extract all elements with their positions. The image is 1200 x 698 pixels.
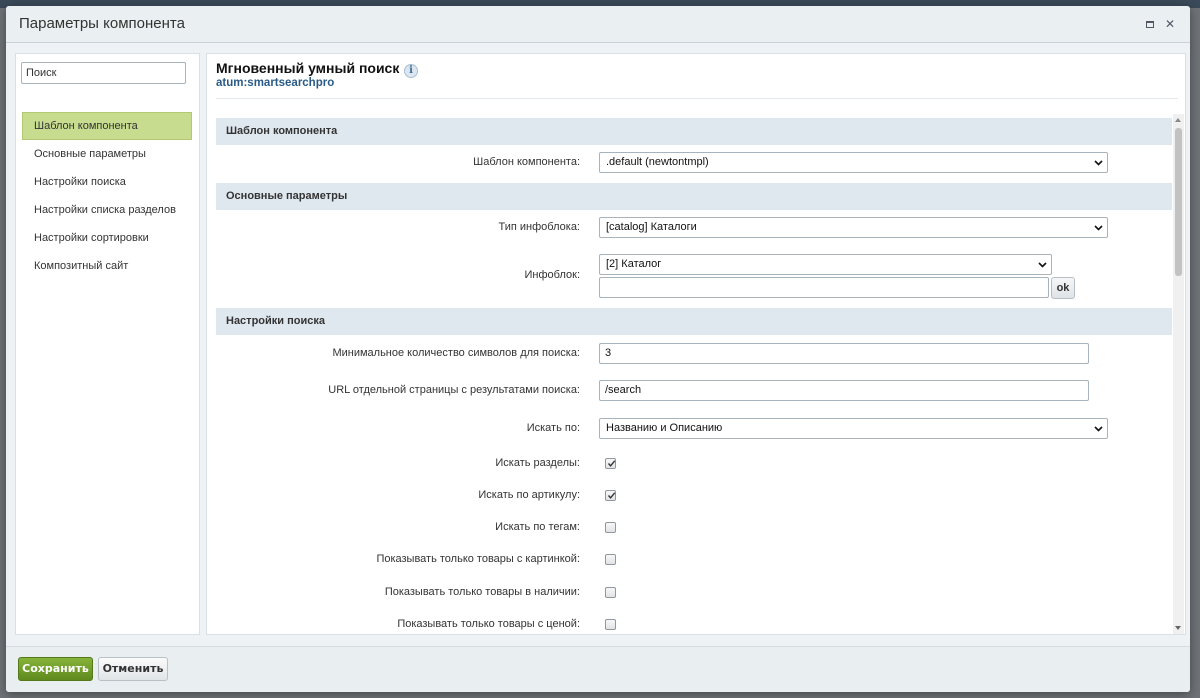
component-params-dialog: Параметры компонента ✕ Шаблон компонента… [6,6,1190,692]
params-scroll-area: Шаблон компонента Шаблон компонента: .de… [216,110,1172,634]
chevron-down-icon [1038,262,1047,268]
sidebar-nav: Шаблон компонента Основные параметры Нас… [22,112,192,280]
iblock-type-select[interactable]: [catalog] Каталоги [599,217,1108,238]
cancel-button[interactable]: Отменить [98,657,168,681]
info-icon[interactable]: i [404,64,418,78]
search-by-select[interactable]: Названию и Описанию [599,418,1108,439]
main-panel: Мгновенный умный поиск i atum:smartsearc… [206,53,1186,635]
sidebar-item-search[interactable]: Настройки поиска [22,168,192,196]
template-select[interactable]: .default (newtontmpl) [599,152,1108,173]
search-by-label: Искать по: [526,422,580,434]
save-button[interactable]: Сохранить [18,657,93,681]
iblock-label: Инфоблок: [524,269,580,281]
checkmark-icon [607,492,616,499]
search-article-label: Искать по артикулу: [478,489,580,501]
checkmark-icon [607,460,616,467]
section-header-basic: Основные параметры [216,183,1172,210]
component-code: atum:smartsearchpro [216,77,335,89]
only-with-price-checkbox[interactable] [605,619,616,630]
sidebar-item-sorting[interactable]: Настройки сортировки [22,224,192,252]
search-article-checkbox[interactable] [605,490,616,501]
search-sections-checkbox[interactable] [605,458,616,469]
search-tags-label: Искать по тегам: [495,521,580,533]
chevron-down-icon [1094,426,1103,432]
dialog-titlebar: Параметры компонента ✕ [6,6,1190,43]
close-icon[interactable]: ✕ [1163,17,1177,31]
iblock-id-input[interactable] [599,277,1049,298]
sidebar-item-basic[interactable]: Основные параметры [22,140,192,168]
results-url-input[interactable]: /search [599,380,1089,401]
select-value: .default (newtontmpl) [606,156,709,168]
chevron-down-icon [1094,225,1103,231]
only-with-picture-checkbox[interactable] [605,554,616,565]
sidebar-item-sections-list[interactable]: Настройки списка разделов [22,196,192,224]
select-value: [catalog] Каталоги [606,221,697,233]
sidebar-search-input[interactable] [21,62,186,84]
search-sections-label: Искать разделы: [495,457,580,469]
section-title: Шаблон компонента [226,125,338,137]
section-title: Настройки поиска [226,315,325,327]
iblock-ok-button[interactable]: ok [1051,277,1075,299]
dialog-title: Параметры компонента [19,15,185,32]
sidebar-item-template[interactable]: Шаблон компонента [22,112,192,140]
sidebar-item-composite[interactable]: Композитный сайт [22,252,192,280]
template-label: Шаблон компонента: [473,156,580,168]
maximize-icon[interactable] [1143,17,1157,31]
only-in-stock-checkbox[interactable] [605,587,616,598]
min-chars-input[interactable]: 3 [599,343,1089,364]
only-with-picture-label: Показывать только товары с картинкой: [376,553,580,565]
chevron-down-icon [1094,160,1103,166]
section-header-template: Шаблон компонента [216,118,1172,145]
iblock-select[interactable]: [2] Каталог [599,254,1052,275]
component-name: Мгновенный умный поиск [216,60,400,76]
results-url-label: URL отдельной страницы с результатами по… [328,384,580,396]
scrollbar-thumb[interactable] [1175,128,1182,276]
vertical-scrollbar[interactable] [1173,114,1184,634]
header-divider [216,98,1178,99]
min-chars-label: Минимальное количество символов для поис… [332,347,580,359]
select-value: [2] Каталог [606,258,662,270]
dialog-footer: Сохранить Отменить [6,646,1190,692]
sidebar: Шаблон компонента Основные параметры Нас… [15,53,200,635]
select-value: Названию и Описанию [606,422,723,434]
search-tags-checkbox[interactable] [605,522,616,533]
iblock-type-label: Тип инфоблока: [498,221,580,233]
scroll-up-icon[interactable] [1175,118,1181,122]
only-with-price-label: Показывать только товары с ценой: [397,618,580,630]
section-title: Основные параметры [226,190,348,202]
only-in-stock-label: Показывать только товары в наличии: [384,586,580,598]
scroll-down-icon[interactable] [1175,626,1181,630]
section-header-search: Настройки поиска [216,308,1172,335]
